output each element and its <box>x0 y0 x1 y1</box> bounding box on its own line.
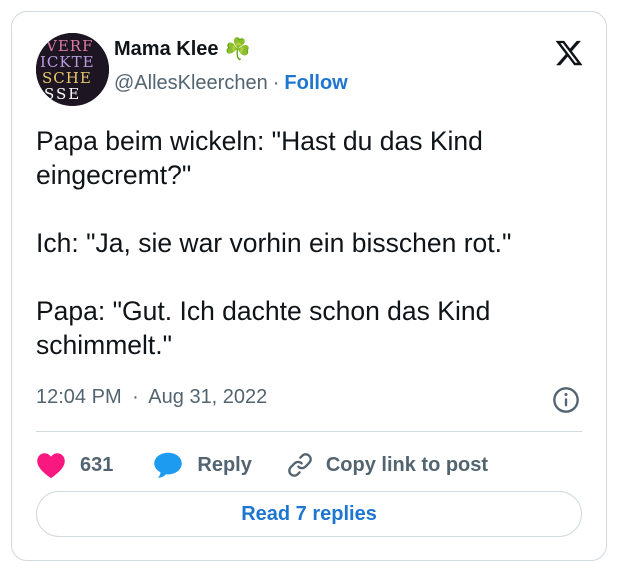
clover-emoji: ☘️ <box>224 38 251 61</box>
tweet-text: Papa beim wickeln: "Hast du das Kind ein… <box>36 126 512 360</box>
link-icon <box>288 453 312 477</box>
action-bar: 631 Reply Copy link to post <box>36 445 488 485</box>
author-handle-row: @AllesKleerchen · Follow <box>114 72 348 95</box>
reply-button[interactable]: Reply <box>153 451 252 479</box>
user-handle[interactable]: @AllesKleerchen <box>114 72 268 95</box>
handle-separator: · <box>272 72 280 94</box>
svg-text:SSE: SSE <box>44 85 81 103</box>
heart-icon <box>37 453 65 479</box>
tweet-card: VERF ICKTE SCHE SSE Mama Klee ☘️ @AllesK… <box>11 11 607 561</box>
avatar[interactable]: VERF ICKTE SCHE SSE <box>36 33 109 106</box>
read-replies-button[interactable]: Read 7 replies <box>36 491 582 537</box>
reply-label: Reply <box>197 453 252 476</box>
tweet-time: 12:04 PM <box>36 386 122 408</box>
read-replies-label: Read 7 replies <box>241 502 377 525</box>
copy-link-label: Copy link to post <box>325 453 489 476</box>
x-logo-icon[interactable] <box>554 38 584 68</box>
tweet-timestamp[interactable]: 12:04 PM · Aug 31, 2022 <box>36 386 267 409</box>
divider <box>36 431 582 432</box>
avatar-image: VERF ICKTE SCHE SSE <box>36 33 109 106</box>
like-count: 631 <box>80 453 114 476</box>
author-name-row: Mama Klee ☘️ <box>114 38 251 61</box>
display-name[interactable]: Mama Klee <box>114 38 219 61</box>
meta-separator: · <box>132 386 139 408</box>
info-icon[interactable] <box>552 386 580 414</box>
copy-link-button[interactable]: Copy link to post <box>286 451 488 479</box>
follow-link[interactable]: Follow <box>284 72 347 95</box>
like-button[interactable]: 631 <box>36 451 113 479</box>
reply-bubble-icon <box>154 452 183 478</box>
tweet-date: Aug 31, 2022 <box>148 386 268 408</box>
